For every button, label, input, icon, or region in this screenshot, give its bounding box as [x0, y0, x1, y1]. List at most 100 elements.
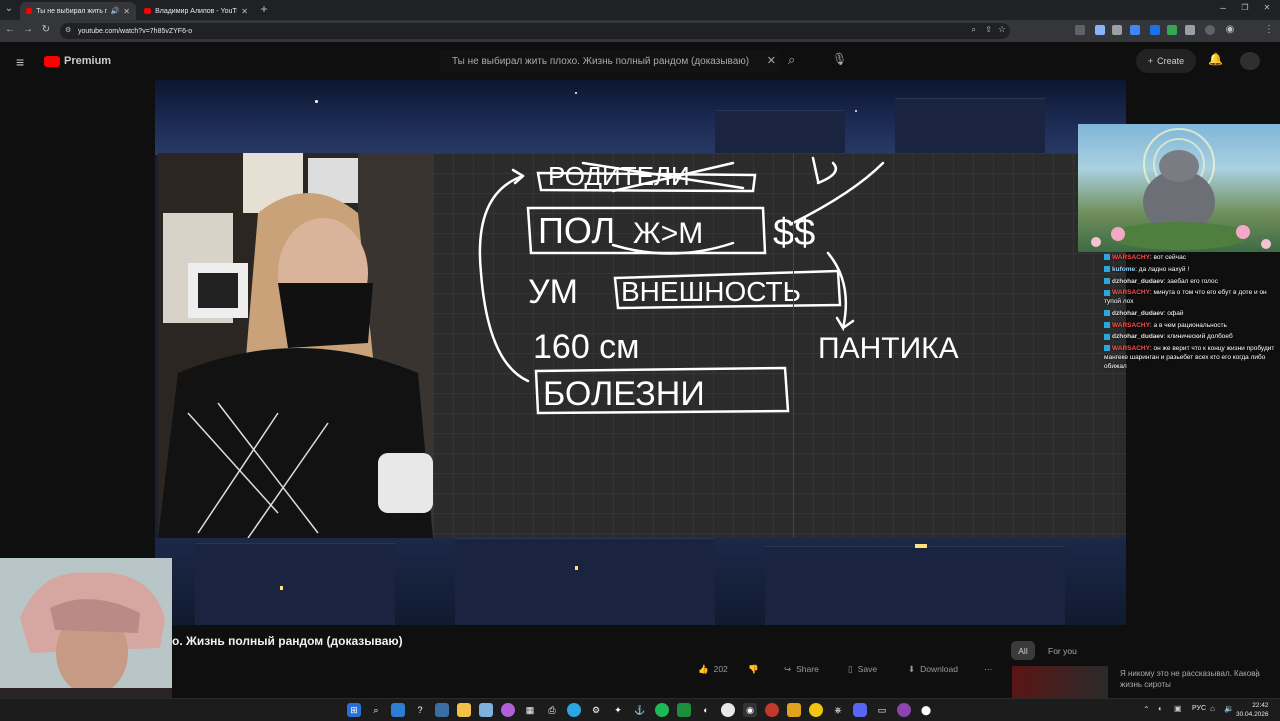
speaker-icon[interactable]: 🔊 [111, 7, 120, 15]
app-icon[interactable] [787, 703, 801, 717]
app-icon[interactable]: ⎙ [545, 703, 559, 717]
tray-app-icon[interactable]: ▣ [1174, 704, 1182, 713]
youtube-play-logo-icon [44, 55, 60, 67]
notifications-bell-icon[interactable]: 🔔 [1208, 52, 1223, 66]
tray-chevron-icon[interactable]: ⌃ [1143, 705, 1150, 714]
recommended-thumbnail[interactable] [1012, 666, 1108, 700]
tab-close-icon[interactable]: ✕ [241, 7, 248, 16]
hamburger-menu-icon[interactable]: ≡ [16, 54, 24, 70]
system-clock[interactable]: 22:42 30.04.2026 [1236, 701, 1269, 719]
app-icon[interactable]: ✦ [611, 703, 625, 717]
help-icon[interactable]: ? [413, 703, 427, 717]
app-icon[interactable] [435, 703, 449, 717]
minimize-icon[interactable]: – [1216, 3, 1230, 14]
chrome-menu-icon[interactable]: ⋮ [1262, 24, 1276, 35]
browser-tab-bar: ⌄ Ты не выбирал жить плохо. 🔊 ✕ Владимир… [0, 0, 1280, 20]
app-icon[interactable] [501, 703, 515, 717]
like-button[interactable]: 👍 202 [690, 658, 736, 680]
download-button[interactable]: ⬇ Download [900, 658, 966, 680]
volume-icon[interactable]: 🔉 [1224, 704, 1234, 713]
reload-icon[interactable]: ↻ [39, 24, 53, 35]
app-icon[interactable] [809, 703, 823, 717]
extensions-puzzle-icon[interactable] [1185, 25, 1195, 35]
window-close-icon[interactable]: ✕ [1260, 3, 1274, 12]
app-icon[interactable]: ◐ [699, 703, 713, 717]
filter-chip-all[interactable]: All [1011, 641, 1035, 660]
microphone-icon[interactable]: 🎙 [832, 52, 847, 66]
app-icon[interactable]: ⎈ [831, 703, 845, 717]
app-icon[interactable]: ▦ [523, 703, 537, 717]
word-ratio: Ж>М [633, 217, 703, 250]
app-icon[interactable] [677, 703, 691, 717]
chat-text: а в чем рациональность [1153, 321, 1227, 329]
search-icon[interactable]: ⌕ [788, 52, 795, 68]
save-button[interactable]: ▯ Save [840, 658, 885, 680]
network-icon[interactable]: ⌂ [1210, 704, 1215, 713]
create-button[interactable]: + Create [1136, 49, 1196, 73]
app-icon[interactable] [897, 703, 911, 717]
extension-icon[interactable] [1167, 25, 1177, 35]
tab-channel[interactable]: Владимир Алипов - YouTube ✕ [138, 2, 254, 20]
app-icon[interactable]: ▭ [875, 703, 889, 717]
extension-icon[interactable] [1075, 25, 1085, 35]
tab-close-icon[interactable]: ✕ [123, 7, 130, 16]
profile-icon[interactable]: ◉ [1223, 24, 1237, 35]
back-arrow-icon[interactable]: ← [3, 24, 17, 35]
telegram-icon[interactable] [567, 703, 581, 717]
app-icon[interactable] [765, 703, 779, 717]
like-count: 202 [713, 664, 728, 674]
site-info-icon[interactable]: ⚙ [65, 26, 71, 34]
chat-text: заебал его голос [1167, 277, 1218, 285]
tab-title: Владимир Алипов - YouTube [155, 7, 237, 15]
maximize-icon[interactable]: ❐ [1238, 3, 1252, 12]
steam-icon[interactable]: ⚙ [589, 703, 603, 717]
address-bar[interactable]: ⚙ youtube.com/watch?v=7h85vZYF6-o ⌕ ⇪ ☆ [60, 23, 1010, 39]
app-icon[interactable]: ⚓ [633, 703, 647, 717]
extension-icon[interactable] [1095, 25, 1105, 35]
bookmark-star-icon[interactable]: ☆ [998, 24, 1006, 35]
video-player[interactable]: РОДИТЕЛИ ПОЛ Ж>М $$ УМ ВНЕШНОСТЬ 160 см … [155, 80, 1126, 625]
whiteboard-canvas: РОДИТЕЛИ ПОЛ Ж>М $$ УМ ВНЕШНОСТЬ 160 см … [433, 153, 1126, 538]
clock-date: 30.04.2026 [1236, 711, 1269, 719]
chrome-icon[interactable] [721, 703, 735, 717]
app-icon[interactable]: ◉ [743, 703, 757, 717]
zoom-icon[interactable]: ⌕ [972, 25, 976, 35]
filter-chip-for-you[interactable]: For you [1042, 641, 1083, 660]
language-indicator[interactable]: РУС [1192, 705, 1206, 712]
new-tab-plus-icon[interactable]: + [257, 2, 271, 16]
url-text: youtube.com/watch?v=7h85vZYF6-o [78, 27, 193, 35]
profile-avatar[interactable] [1205, 25, 1215, 35]
tab-current-video[interactable]: Ты не выбирал жить плохо. 🔊 ✕ [20, 2, 136, 20]
extension-icon[interactable] [1112, 25, 1122, 35]
chat-overlay: WARSACHY: вот сейчас kufome: да ладно нах… [1104, 254, 1276, 394]
ellipsis-icon: ⋯ [984, 663, 993, 674]
recommended-menu-icon[interactable]: ⋮ [1252, 668, 1261, 679]
recommended-title[interactable]: Я никому это не рассказывал. Какова жизн… [1120, 668, 1260, 690]
chat-badge-icon [1104, 321, 1110, 328]
share-button[interactable]: ↪ Share [776, 658, 827, 680]
extension-icon[interactable] [1150, 25, 1160, 35]
building-silhouette [765, 546, 1065, 625]
search-input[interactable]: Ты не выбирал жить плохо. Жизнь полный р… [440, 50, 780, 72]
extension-icon[interactable] [1130, 25, 1140, 35]
word-height: 160 см [533, 328, 640, 366]
dislike-button[interactable]: 👎 [740, 658, 767, 680]
forward-arrow-icon[interactable]: → [21, 24, 35, 35]
taskbar-search-icon[interactable]: ⌕ [369, 703, 383, 717]
share-page-icon[interactable]: ⇪ [985, 25, 992, 34]
word-parents: РОДИТЕЛИ [548, 161, 690, 191]
tray-app-icon[interactable]: ◐ [1158, 704, 1163, 713]
app-icon[interactable]: ⬤ [919, 703, 933, 717]
file-explorer-icon[interactable] [457, 703, 471, 717]
building-silhouette [195, 543, 395, 625]
youtube-logo[interactable]: Premium [44, 55, 111, 67]
discord-icon[interactable] [853, 703, 867, 717]
tab-list-chevron-icon[interactable]: ⌄ [2, 3, 16, 14]
app-icon[interactable] [479, 703, 493, 717]
widgets-icon[interactable] [391, 703, 405, 717]
clear-search-icon[interactable]: ✕ [767, 54, 776, 67]
spotify-icon[interactable] [655, 703, 669, 717]
more-actions-button[interactable]: ⋯ [976, 658, 1001, 680]
user-avatar[interactable] [1240, 52, 1260, 70]
windows-start-icon[interactable]: ⊞ [347, 703, 361, 717]
